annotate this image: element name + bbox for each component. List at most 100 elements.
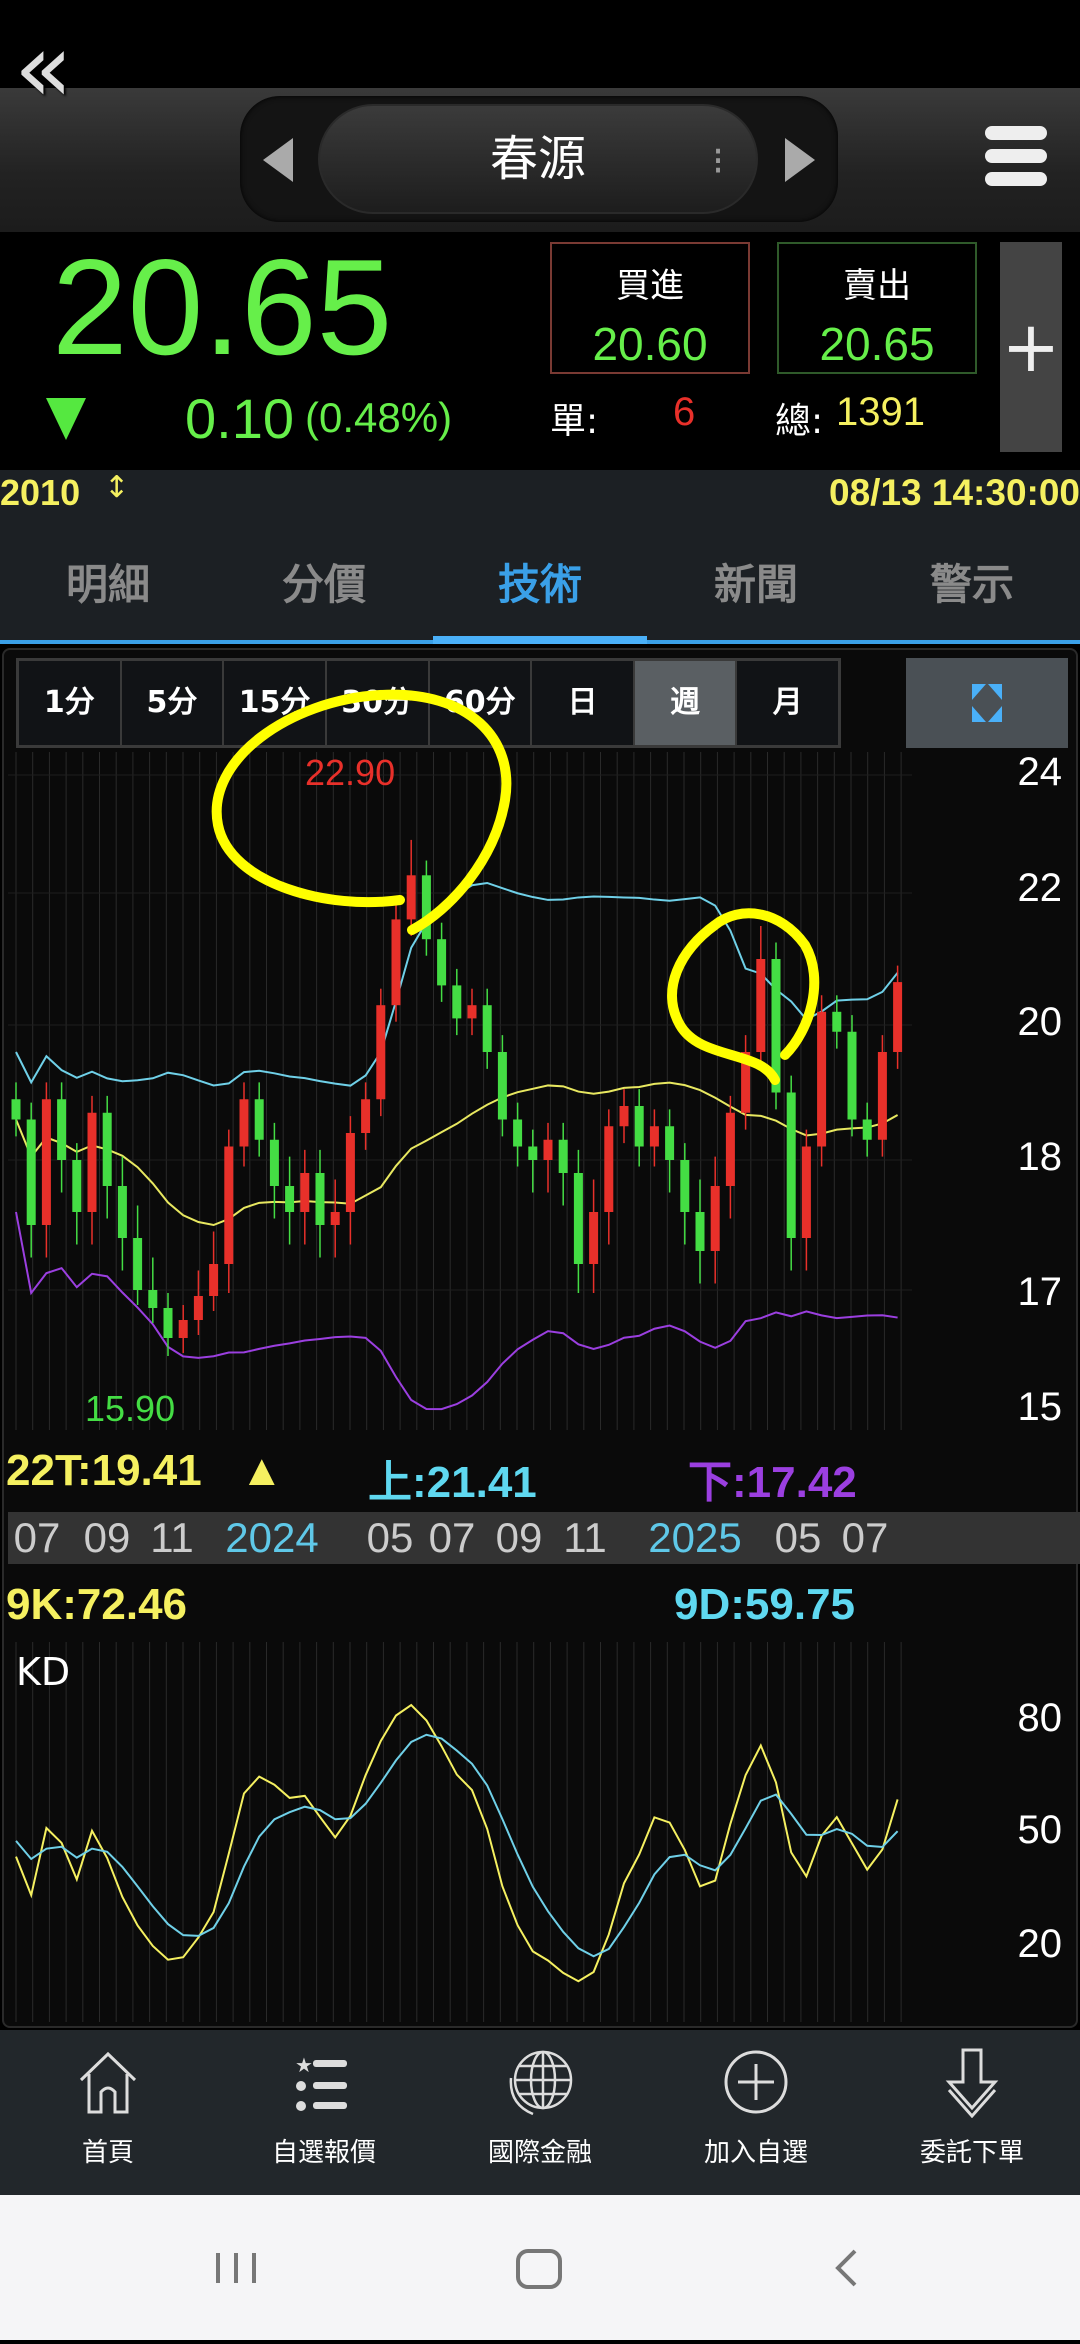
bid-label: 買進 (616, 266, 684, 306)
nav-order-label: 委託下單 (919, 2138, 1024, 2168)
candle (209, 1264, 219, 1296)
globe-icon (509, 2050, 573, 2116)
bid-price: 20.60 (592, 318, 708, 370)
nav-add-watchlist[interactable]: 加入自選 (648, 2030, 864, 2195)
candle (178, 1320, 188, 1338)
candle (695, 1212, 705, 1251)
yellow-annotation-circles (211, 689, 820, 1085)
candle (300, 1173, 310, 1212)
next-stock-arrow-icon[interactable] (785, 138, 815, 182)
kd-tick: 80 (1017, 1696, 1063, 1740)
quote-time: 08/13 14:30:00 (829, 472, 1080, 513)
add-circle-icon (724, 2050, 788, 2114)
kd-chart (15, 1642, 902, 2022)
hamburger-menu-icon[interactable] (985, 126, 1047, 194)
system-nav-bar (0, 2195, 1080, 2340)
annotation-circle-2 (667, 908, 820, 1085)
tab-alerts[interactable]: 警示 (864, 530, 1080, 640)
nav-international-label: 國際金融 (487, 2138, 592, 2168)
nav-watchlist[interactable]: ★ 自選報價 (216, 2030, 432, 2195)
candle (801, 1146, 811, 1238)
x-tick: 05 (774, 1514, 822, 1561)
up-down-arrows-icon: ↕ (104, 470, 130, 505)
nav-add-watchlist-label: 加入自選 (703, 2138, 808, 2168)
recent-apps-icon[interactable] (216, 2253, 256, 2283)
svg-text:★: ★ (295, 2053, 313, 2077)
nav-order[interactable]: 委託下單 (864, 2030, 1080, 2195)
stock-title[interactable]: 春源 (318, 104, 758, 214)
bollinger-lower-line (15, 1211, 898, 1411)
x-tick: 07 (428, 1514, 476, 1561)
home-system-icon[interactable] (516, 2249, 562, 2289)
tab-technical[interactable]: 技術 (432, 530, 648, 640)
unit-volume-label: 單: (550, 401, 599, 442)
ma-value: 22T:19.41 (6, 1446, 202, 1495)
candle (680, 1160, 690, 1212)
lower-band-value: 下:17.42 (688, 1458, 857, 1507)
nav-home[interactable]: 首頁 (0, 2030, 216, 2195)
watchlist-icon: ★ (295, 2053, 347, 2111)
x-tick: 09 (495, 1514, 543, 1561)
candle (117, 1186, 127, 1238)
back-double-chevron-icon[interactable]: « (14, 20, 104, 118)
candle (148, 1290, 158, 1308)
bid-button[interactable]: 買進 20.60 (550, 242, 750, 374)
status-bar (0, 0, 1080, 88)
tab-news[interactable]: 新聞 (648, 530, 864, 640)
back-system-icon[interactable] (835, 2249, 857, 2287)
x-tick: 05 (366, 1514, 414, 1561)
annotation-circle-1 (211, 689, 512, 935)
last-price: 20.65 (52, 231, 393, 383)
expand-plus-button[interactable]: + (1000, 242, 1062, 452)
bottom-nav: 首頁 ★ 自選報價 國際金融 加入自選 委託下單 (0, 2030, 1080, 2195)
candle (133, 1238, 143, 1290)
stock-code: 2010 (0, 472, 81, 513)
tab-price-volume[interactable]: 分價 (216, 530, 432, 640)
candle (193, 1296, 203, 1320)
total-volume-label: 總: (775, 401, 824, 442)
order-down-icon (945, 2048, 999, 2119)
candle (710, 1186, 720, 1251)
candle (589, 1212, 599, 1264)
d-value: 9D:59.75 (674, 1580, 856, 1629)
home-icon (79, 2051, 137, 2114)
total-volume-value: 1391 (836, 390, 925, 434)
x-tick: 2024 (225, 1514, 319, 1561)
ask-price: 20.65 (819, 318, 935, 370)
switch-handle-icon[interactable]: ⁝ (712, 138, 744, 184)
kd-tick: 50 (1017, 1808, 1063, 1852)
unit-volume-value: 6 (673, 390, 696, 434)
x-tick: 11 (563, 1514, 607, 1561)
d-line (15, 1733, 899, 1958)
x-tick: 2025 (648, 1514, 742, 1561)
tab-bar: 明細 分價 技術 新聞 警示 (0, 530, 1080, 640)
candle (330, 1212, 340, 1225)
upper-band-value: 上:21.41 (368, 1458, 537, 1507)
y-tick: 15 (1017, 1385, 1063, 1429)
k-value: 9K:72.46 (6, 1580, 188, 1629)
price-change-pct: (0.48%) (305, 394, 453, 441)
ask-button[interactable]: 賣出 20.65 (777, 242, 977, 374)
x-tick: 07 (841, 1514, 889, 1561)
kd-tick: 20 (1017, 1922, 1063, 1966)
candle (573, 1173, 583, 1264)
candle (163, 1308, 173, 1338)
prev-stock-arrow-icon[interactable] (263, 138, 293, 182)
tab-detail[interactable]: 明細 (0, 530, 216, 640)
nav-international[interactable]: 國際金融 (432, 2030, 648, 2195)
ask-label: 賣出 (843, 266, 911, 306)
x-tick: 11 (150, 1514, 194, 1561)
candle (224, 1146, 234, 1264)
candle (72, 1160, 82, 1212)
y-tick: 17 (1017, 1270, 1063, 1314)
candle (315, 1173, 325, 1225)
nav-home-label: 首頁 (81, 2138, 134, 2168)
ma-arrow-icon: ▲ (240, 1446, 284, 1495)
kd-title: KD (16, 1650, 71, 1694)
price-change: 0.10 (185, 387, 294, 450)
nav-watchlist-label: 自選報價 (271, 2138, 376, 2168)
x-tick: 09 (83, 1514, 131, 1561)
down-triangle-icon (46, 398, 86, 440)
x-tick: 07 (13, 1514, 61, 1561)
min-price-label: 15.90 (85, 1388, 176, 1429)
